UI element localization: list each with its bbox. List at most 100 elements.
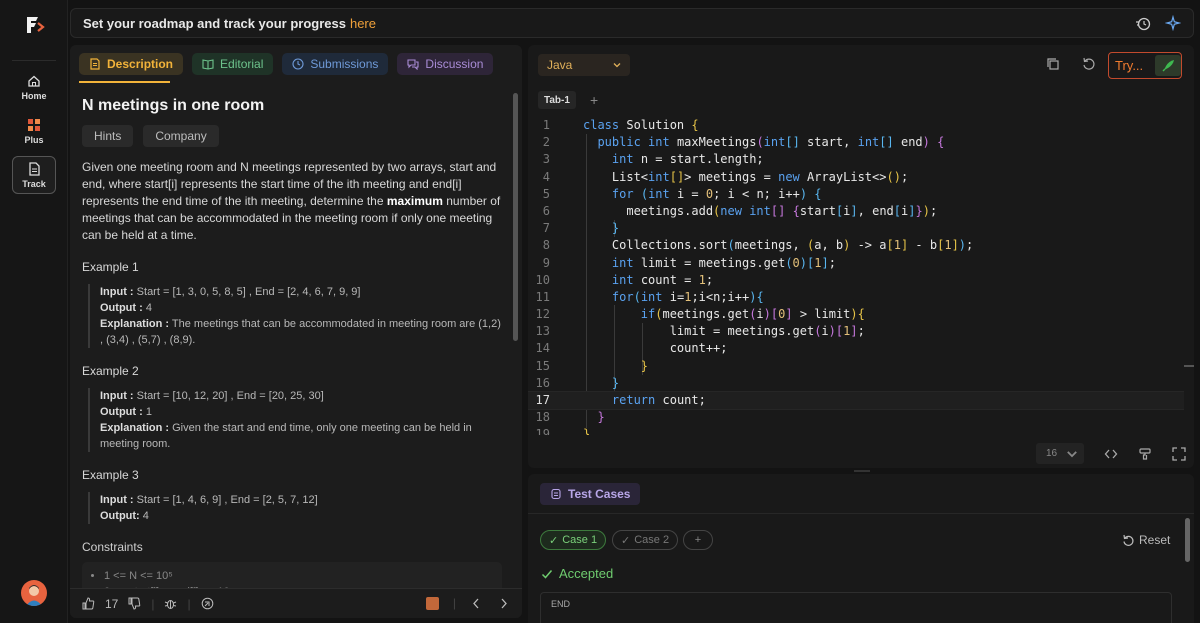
check-icon — [541, 569, 553, 579]
clock-icon — [292, 58, 304, 70]
tab-editorial[interactable]: Editorial — [192, 53, 274, 75]
tab-submissions[interactable]: Submissions — [282, 53, 389, 75]
example-input: Start = [10, 12, 20] , End = [20, 25, 30… — [136, 390, 324, 402]
code-line: 1 class Solution { — [528, 117, 1184, 134]
try-button[interactable]: Try... — [1108, 52, 1182, 79]
line-number: 2 — [542, 135, 550, 150]
language-select[interactable]: Java — [538, 54, 630, 76]
output-label: Output : — [100, 406, 143, 418]
line-number: 10 — [535, 272, 550, 287]
fullscreen-icon[interactable] — [1172, 446, 1186, 461]
logo-icon[interactable] — [24, 14, 46, 36]
editor-actions — [1046, 57, 1096, 71]
hints-chip[interactable]: Hints — [82, 125, 134, 147]
code-line: 10 int count = 1; — [528, 272, 1184, 289]
reset-icon[interactable] — [1082, 57, 1096, 71]
problem-description: Given one meeting room and N meetings re… — [82, 159, 502, 244]
case-2-button[interactable]: ✓ Case 2 — [612, 530, 679, 550]
company-chip[interactable]: Company — [143, 125, 219, 147]
reset-icon — [1123, 534, 1134, 546]
example-title: Example 2 — [82, 364, 139, 378]
editor-footer: 16 — [1036, 443, 1186, 464]
sidebar-item-track[interactable]: Track — [12, 156, 56, 194]
try-label: Try... — [1115, 58, 1144, 73]
code-line: 3 int n = start.length; — [528, 151, 1184, 168]
tab-discussion[interactable]: Discussion — [397, 53, 494, 75]
input-label: Input : — [100, 390, 134, 402]
explanation-label: Explanation : — [100, 422, 170, 434]
format-brush-icon[interactable] — [1138, 447, 1152, 461]
code-line: 18 } — [528, 409, 1184, 426]
active-tab-indicator — [79, 81, 170, 83]
test-cases-tab[interactable]: Test Cases — [540, 483, 641, 505]
add-tab-icon[interactable]: + — [590, 92, 598, 108]
resize-handle[interactable] — [854, 470, 870, 472]
code-line: 2 public int maxMeetings(int[] start, in… — [528, 134, 1184, 151]
copy-icon[interactable] — [1046, 57, 1060, 71]
code-line: 6 meetings.add(new int[] {start[i], end[… — [528, 203, 1184, 220]
problem-footer: 17 | | | — [70, 588, 522, 618]
input-label: Input : — [100, 286, 134, 298]
code-tab[interactable]: Tab-1 — [538, 91, 576, 109]
output-label: Output : — [100, 302, 143, 314]
scrollbar[interactable] — [1185, 518, 1190, 562]
reset-button[interactable]: Reset — [1122, 533, 1170, 547]
sidebar-item-label: Plus — [24, 134, 44, 145]
sidebar-item-home[interactable]: Home — [12, 68, 56, 106]
document-icon — [90, 58, 100, 70]
bug-icon[interactable] — [164, 597, 177, 610]
thumbs-up-icon[interactable] — [82, 597, 95, 610]
example-input: Start = [1, 4, 6, 9] , End = [2, 5, 7, 1… — [136, 494, 318, 506]
reset-label: Reset — [1139, 533, 1171, 547]
code-brackets-icon[interactable] — [1104, 447, 1118, 461]
divider: | — [187, 596, 191, 611]
divider: | — [452, 596, 456, 610]
font-size-select[interactable]: 16 — [1036, 443, 1084, 464]
book-icon — [202, 59, 214, 70]
case-1-button[interactable]: ✓ Case 1 — [540, 530, 607, 550]
line-number: 7 — [542, 221, 550, 236]
example-box: Input : Start = [1, 4, 6, 9] , End = [2,… — [88, 492, 502, 524]
tab-label: Test Cases — [568, 487, 631, 501]
chevron-left-icon[interactable] — [470, 597, 483, 610]
status-accepted: Accepted — [541, 566, 613, 581]
sparkle-icon[interactable] — [1165, 15, 1181, 31]
tab-label: Editorial — [220, 57, 264, 71]
example-box: Input : Start = [10, 12, 20] , End = [20… — [88, 388, 502, 452]
share-icon[interactable] — [201, 597, 214, 610]
scrollbar[interactable] — [513, 93, 518, 341]
thumbs-down-icon[interactable] — [128, 597, 141, 610]
likes-count: 17 — [105, 596, 119, 611]
rail-divider — [12, 60, 56, 61]
avatar[interactable] — [21, 580, 47, 606]
scrollbar[interactable] — [1184, 365, 1194, 367]
code-line: 12 if(meetings.get(i)[0] > limit){ — [528, 306, 1184, 323]
code-line: 19} — [528, 426, 1184, 435]
chevron-right-icon[interactable] — [497, 597, 510, 610]
problem-panel: Description Editorial Submissions Discus… — [70, 45, 522, 618]
line-number: 1 — [542, 118, 550, 132]
footer-nav: | — [425, 596, 510, 610]
code-area[interactable]: 1 class Solution { 2 public int maxMeetin… — [528, 117, 1184, 435]
example-input: Start = [1, 3, 0, 5, 8, 5] , End = [2, 4… — [136, 286, 361, 298]
bookmark-icon[interactable] — [425, 596, 439, 610]
line-number: 11 — [535, 289, 550, 304]
timer-icon[interactable] — [1135, 15, 1151, 31]
language-value: Java — [547, 58, 573, 72]
sidebar-item-plus[interactable]: Plus — [12, 112, 56, 150]
line-number: 6 — [542, 203, 550, 218]
explanation-label: Explanation : — [100, 318, 170, 330]
code-line: 5 for (int i = 0; i < n; i++) { — [528, 186, 1184, 203]
chevron-down-icon — [1067, 450, 1077, 457]
code-line: 15 } — [528, 358, 1184, 375]
code-line: 4 List<int[]> meetings = new ArrayList<>… — [528, 169, 1184, 186]
banner-link[interactable]: here — [350, 16, 376, 31]
code-line: 14 count++; — [528, 340, 1184, 357]
banner-actions — [1135, 15, 1181, 31]
tab-description[interactable]: Description — [79, 53, 184, 75]
status-text: Accepted — [559, 566, 614, 581]
home-icon — [28, 75, 40, 87]
output-box: END — [540, 592, 1172, 623]
tab-label: Submissions — [310, 57, 379, 71]
add-case-button[interactable]: + — [683, 530, 713, 550]
